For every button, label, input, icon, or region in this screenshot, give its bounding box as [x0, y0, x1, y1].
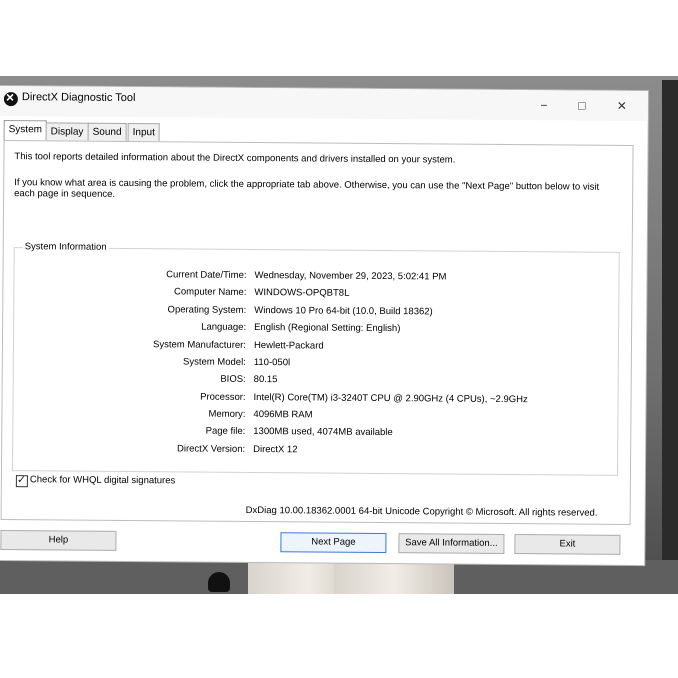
info-value: Wednesday, November 29, 2023, 5:02:41 PM — [254, 270, 447, 283]
info-row-bios: BIOS: 80.15 — [14, 372, 618, 391]
info-row-model: System Model: 110-050l — [14, 355, 618, 374]
tab-input[interactable]: Input — [127, 123, 160, 142]
info-row-os: Operating System: Windows 10 Pro 64-bit … — [14, 303, 618, 322]
info-key: DirectX Version: — [176, 443, 246, 455]
info-key: Memory: — [208, 408, 246, 420]
info-value: Windows 10 Pro 64-bit (10.0, Build 18362… — [254, 305, 433, 318]
info-value: DirectX 12 — [253, 443, 298, 456]
info-key: Processor: — [200, 391, 246, 403]
info-row-manufacturer: System Manufacturer: Hewlett-Packard — [14, 338, 618, 357]
whql-checkbox[interactable] — [15, 475, 28, 488]
info-value: English (Regional Setting: English) — [254, 322, 401, 335]
directx-app-icon — [3, 92, 18, 107]
info-row-language: Language: English (Regional Setting: Eng… — [14, 320, 618, 339]
info-key: Language: — [201, 321, 247, 333]
system-information-group: System Information Current Date/Time: We… — [11, 241, 620, 476]
tab-display[interactable]: Display — [45, 122, 89, 141]
android-figure — [208, 572, 230, 592]
exit-button[interactable]: Exit — [514, 534, 621, 555]
info-value: 4096MB RAM — [253, 409, 313, 421]
info-key: Operating System: — [167, 304, 247, 316]
info-row-memory: Memory: 4096MB RAM — [13, 407, 617, 426]
whql-checkbox-label[interactable]: Check for WHQL digital signatures — [30, 474, 175, 486]
info-row-date: Current Date/Time: Wednesday, November 2… — [14, 268, 618, 287]
minimize-icon[interactable]: − — [534, 98, 554, 112]
monitor-stand-right — [334, 560, 454, 594]
info-key: Computer Name: — [174, 286, 247, 298]
info-value: WINDOWS-OPQBT8L — [254, 287, 350, 299]
info-row-directx-version: DirectX Version: DirectX 12 — [13, 442, 617, 461]
tab-system[interactable]: System — [3, 120, 48, 141]
info-key: BIOS: — [220, 373, 246, 385]
system-tab-panel: This tool reports detailed information a… — [0, 140, 634, 525]
intro-instructions: If you know what area is causing the pro… — [14, 177, 600, 200]
info-key: Current Date/Time: — [166, 269, 247, 281]
group-title: System Information — [22, 241, 109, 253]
info-row-computer-name: Computer Name: WINDOWS-OPQBT8L — [14, 285, 618, 304]
info-value: 80.15 — [253, 374, 278, 386]
next-page-button[interactable]: Next Page — [280, 532, 387, 554]
info-key: System Model: — [182, 356, 246, 368]
info-key: Page file: — [205, 425, 246, 437]
info-value: Hewlett-Packard — [253, 340, 324, 352]
info-value: 110-050l — [253, 357, 291, 369]
intro-text: This tool reports detailed information a… — [14, 151, 456, 166]
maximize-icon[interactable]: □ — [572, 98, 592, 113]
copyright-text: DxDiag 10.00.18362.0001 64-bit Unicode C… — [245, 504, 598, 519]
help-button[interactable]: Help — [0, 530, 117, 551]
tab-sound[interactable]: Sound — [87, 122, 127, 141]
info-value: Intel(R) Core(TM) i3-3240T CPU @ 2.90GHz… — [253, 392, 528, 406]
info-row-processor: Processor: Intel(R) Core(TM) i3-3240T CP… — [14, 390, 618, 409]
title-bar[interactable]: DirectX Diagnostic Tool − □ ✕ — [0, 86, 648, 122]
info-row-page-file: Page file: 1300MB used, 4074MB available — [13, 424, 617, 443]
close-icon[interactable]: ✕ — [612, 99, 632, 113]
info-value: 1300MB used, 4074MB available — [253, 426, 393, 439]
dxdiag-window: DirectX Diagnostic Tool − □ ✕ System Dis… — [0, 86, 648, 566]
info-key: System Manufacturer: — [153, 339, 247, 351]
window-title: DirectX Diagnostic Tool — [21, 91, 136, 105]
monitor-bezel — [662, 80, 678, 580]
save-all-information-button[interactable]: Save All Information... — [398, 533, 505, 554]
